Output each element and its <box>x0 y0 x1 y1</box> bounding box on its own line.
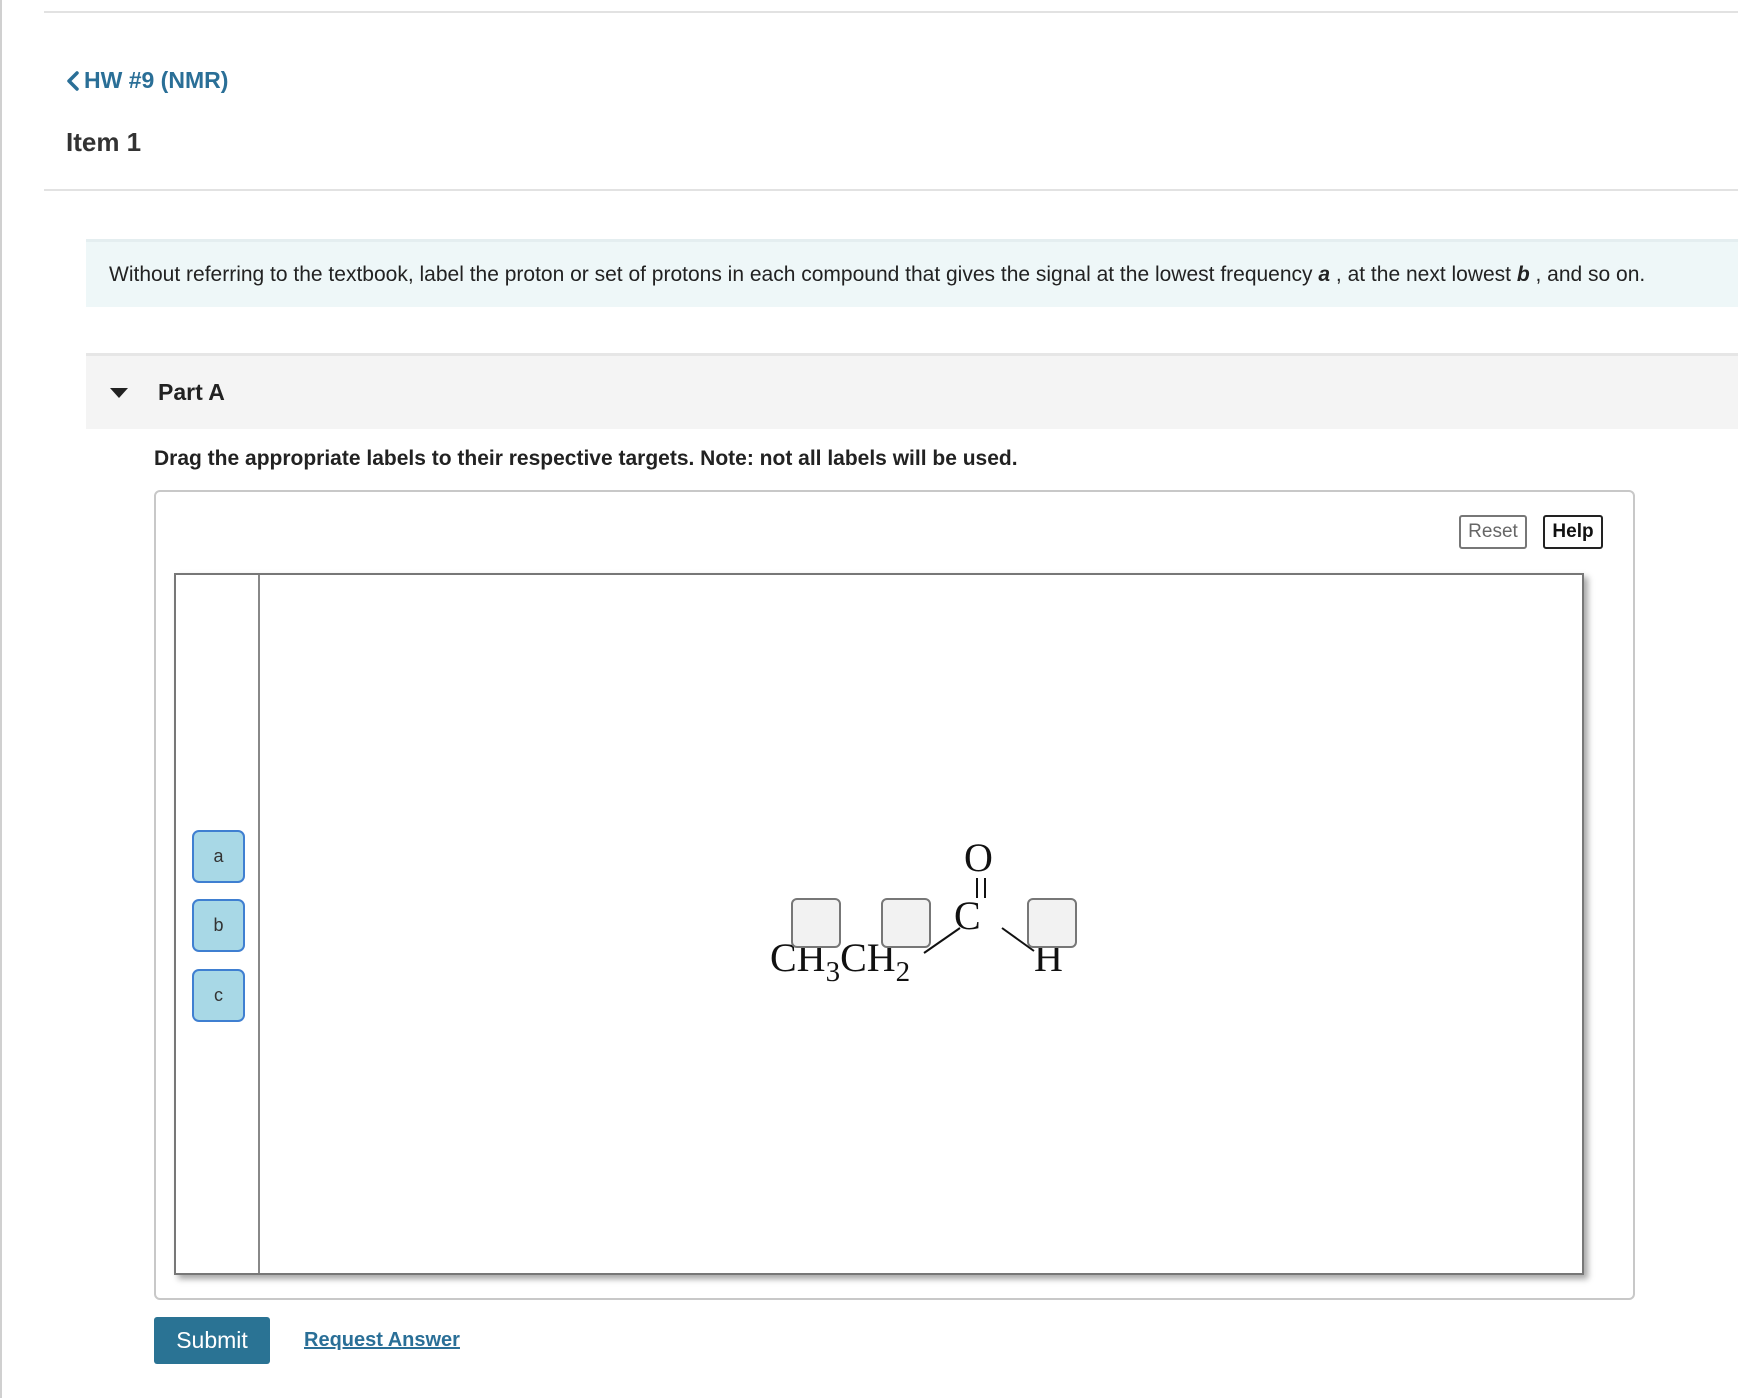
back-link[interactable]: HW #9 (NMR) <box>66 67 228 94</box>
instructions-label-a: a <box>1318 262 1331 286</box>
labeling-widget: Reset Help a b c CH3CH2 C O H <box>154 490 1635 1300</box>
item-title: Item 1 <box>66 127 142 157</box>
oxygen-text: O <box>964 835 993 880</box>
help-button[interactable]: Help <box>1543 515 1603 549</box>
submit-button[interactable]: Submit <box>154 1317 270 1364</box>
propanal-structure: CH3CH2 C O H <box>770 835 1063 988</box>
instructions-text-1: Without referring to the textbook, label… <box>109 262 1319 286</box>
chevron-left-icon <box>67 70 79 91</box>
carbonyl-carbon: C <box>954 893 981 938</box>
header-divider <box>44 189 1738 191</box>
instructions-text-2: , at the next lowest <box>1330 262 1517 286</box>
back-link-label: HW #9 (NMR) <box>84 67 229 93</box>
drag-drop-canvas: a b c CH3CH2 C O H <box>174 573 1584 1275</box>
part-title: Part A <box>158 379 225 405</box>
left-border <box>0 0 2 1398</box>
drop-target-ch2[interactable] <box>881 898 931 948</box>
drag-instructions: Drag the appropriate labels to their res… <box>154 447 1018 470</box>
question-instructions: Without referring to the textbook, label… <box>86 239 1738 307</box>
part-a-header[interactable]: Part A <box>86 353 1738 429</box>
top-divider <box>44 11 1738 13</box>
instructions-text-3: , and so on. <box>1529 262 1646 286</box>
drop-target-aldehyde-h[interactable] <box>1027 898 1077 948</box>
drop-target-ch3[interactable] <box>791 898 841 948</box>
reset-button[interactable]: Reset <box>1459 515 1527 549</box>
request-answer-link[interactable]: Request Answer <box>304 1329 460 1352</box>
instructions-label-b: b <box>1516 262 1530 286</box>
caret-down-icon <box>110 387 128 398</box>
